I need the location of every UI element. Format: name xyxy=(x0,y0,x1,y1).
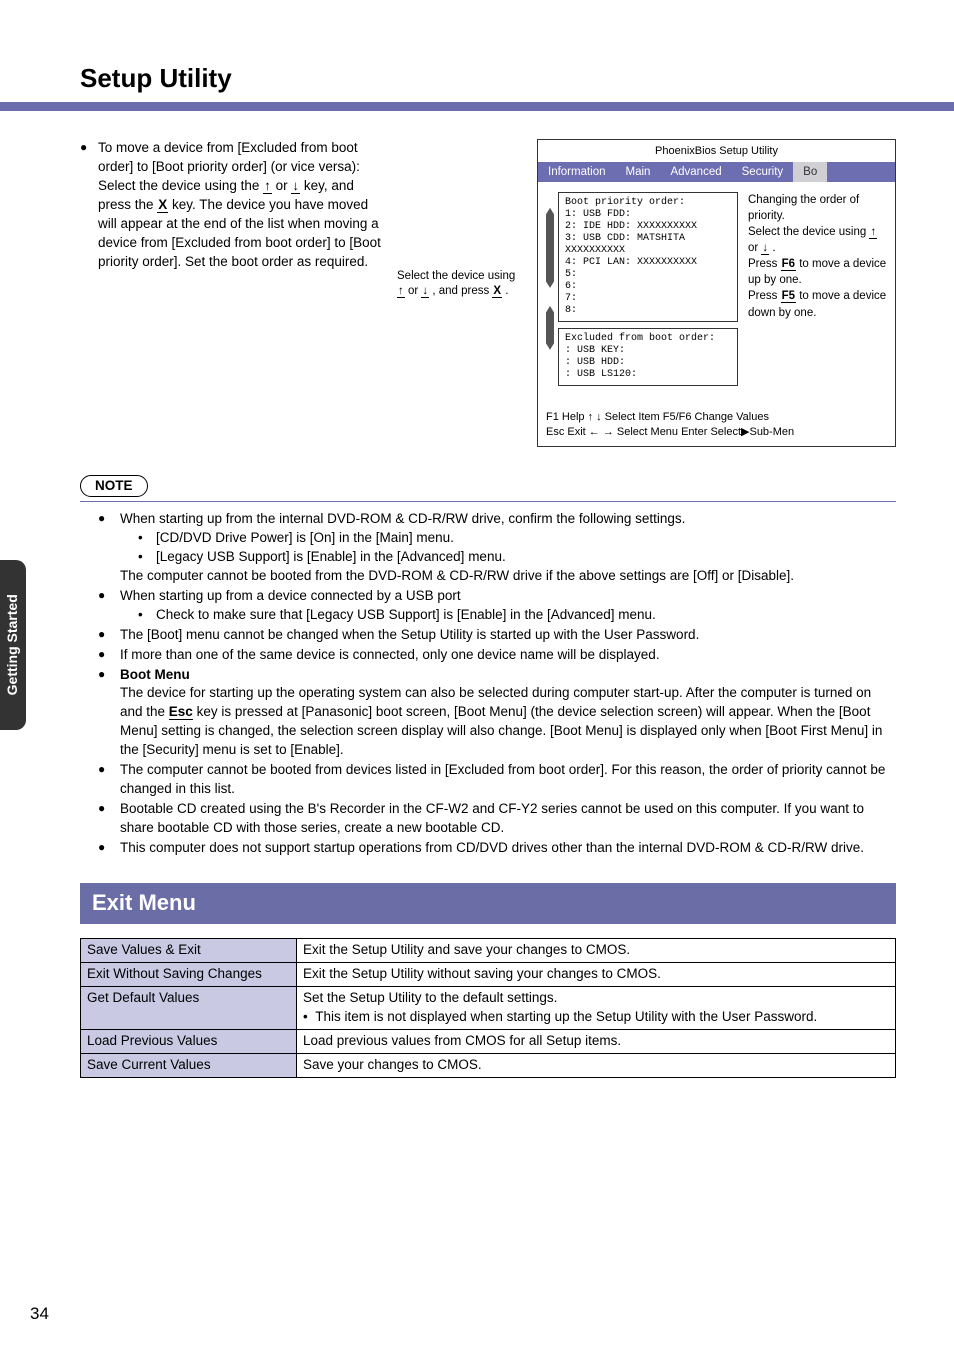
esc-key: Esc xyxy=(169,704,193,720)
note-text: The computer cannot be booted from devic… xyxy=(120,762,885,796)
up-key: ↑ xyxy=(263,178,272,194)
instr-text: Select the device using the ↑ or ↓ key, … xyxy=(98,178,381,269)
up-key-2: ↑ xyxy=(397,285,405,298)
note-text: Bootable CD created using the B's Record… xyxy=(120,801,864,835)
note-sub-text: [CD/DVD Drive Power] is [On] in the [Mai… xyxy=(156,529,454,548)
note-rule xyxy=(80,501,896,502)
bios-tab: Main xyxy=(616,162,661,182)
bios-title: PhoenixBios Setup Utility xyxy=(538,140,895,161)
notes-list: ● When starting up from the internal DVD… xyxy=(80,510,896,857)
exit-menu-heading: Exit Menu xyxy=(80,883,896,924)
down-key-2: ↓ xyxy=(421,285,429,298)
note-text: If more than one of the same device is c… xyxy=(120,647,660,662)
exit-item-name: Get Default Values xyxy=(81,987,297,1030)
x-key: X xyxy=(157,197,168,213)
exit-item-desc: Load previous values from CMOS for all S… xyxy=(297,1029,896,1053)
bios-figure: PhoenixBios Setup Utility Information Ma… xyxy=(537,139,896,446)
page-title: Setup Utility xyxy=(80,60,896,96)
bios-tab-selected: Bo xyxy=(793,162,827,182)
exit-item-desc: Save your changes to CMOS. xyxy=(297,1053,896,1077)
instructions-mid: Select the device using ↑ or ↓ , and pre… xyxy=(397,139,525,446)
bullet-icon: ● xyxy=(98,800,120,838)
bullet-icon: ● xyxy=(98,761,120,799)
down-key: ↓ xyxy=(291,178,300,194)
exit-item-desc: Exit the Setup Utility and save your cha… xyxy=(297,939,896,963)
note-text: When starting up from a device connected… xyxy=(120,588,461,603)
bullet-icon: ● xyxy=(98,646,120,665)
table-row: Get Default Values Set the Setup Utility… xyxy=(81,987,896,1030)
bios-tabs: Information Main Advanced Security Bo xyxy=(538,162,895,182)
note-text: The [Boot] menu cannot be changed when t… xyxy=(120,627,699,642)
exit-item-name: Save Values & Exit xyxy=(81,939,297,963)
table-row: Exit Without Saving Changes Exit the Set… xyxy=(81,963,896,987)
sub-bullet-icon: • xyxy=(138,606,156,625)
bullet-icon: ● xyxy=(80,139,98,271)
bullet-icon: ● xyxy=(98,510,120,586)
bios-footer: F1 Help ↑ ↓ Select Item F5/F6 Change Val… xyxy=(538,406,895,446)
bios-tab: Information xyxy=(538,162,616,182)
bullet-icon: ● xyxy=(98,839,120,858)
exit-item-desc: Set the Setup Utility to the default set… xyxy=(297,987,896,1030)
page-number: 34 xyxy=(30,1302,49,1326)
bios-excluded-box: Excluded from boot order: : USB KEY: : U… xyxy=(558,328,738,386)
exit-item-name: Exit Without Saving Changes xyxy=(81,963,297,987)
note-bold-lead: Boot Menu xyxy=(120,667,190,682)
sub-bullet-icon: • xyxy=(138,548,156,567)
note-sub-text: Check to make sure that [Legacy USB Supp… xyxy=(156,606,656,625)
note-sub-text: [Legacy USB Support] is [Enable] in the … xyxy=(156,548,506,567)
note-text: The device for starting up the operating… xyxy=(120,685,882,757)
exit-item-name: Load Previous Values xyxy=(81,1029,297,1053)
note-text: This computer does not support startup o… xyxy=(120,840,864,855)
bullet-icon: ● xyxy=(98,666,120,760)
bios-boot-priority-box: Boot priority order: 1: USB FDD: 2: IDE … xyxy=(558,192,738,322)
arrow-band-icon xyxy=(546,208,554,288)
bios-help-text: Changing the order of priority. Select t… xyxy=(748,192,887,392)
bullet-icon: ● xyxy=(98,626,120,645)
title-bar xyxy=(0,102,954,111)
bios-tab: Advanced xyxy=(660,162,731,182)
sub-bullet-icon: • xyxy=(138,529,156,548)
note-badge: NOTE xyxy=(80,475,148,498)
instructions-left: ● To move a device from [Excluded from b… xyxy=(80,139,385,446)
bios-tab: Security xyxy=(732,162,794,182)
table-row: Load Previous Values Load previous value… xyxy=(81,1029,896,1053)
intro-text: To move a device from [Excluded from boo… xyxy=(98,140,360,174)
exit-item-desc: Exit the Setup Utility without saving yo… xyxy=(297,963,896,987)
table-row: Save Current Values Save your changes to… xyxy=(81,1053,896,1077)
note-tail-text: The computer cannot be booted from the D… xyxy=(120,568,794,583)
note-text: When starting up from the internal DVD-R… xyxy=(120,511,685,526)
x-key-2: X xyxy=(492,285,502,298)
arrow-band-icon xyxy=(546,306,554,350)
exit-item-name: Save Current Values xyxy=(81,1053,297,1077)
bullet-icon: ● xyxy=(98,587,120,625)
exit-menu-table: Save Values & Exit Exit the Setup Utilit… xyxy=(80,938,896,1077)
table-row: Save Values & Exit Exit the Setup Utilit… xyxy=(81,939,896,963)
